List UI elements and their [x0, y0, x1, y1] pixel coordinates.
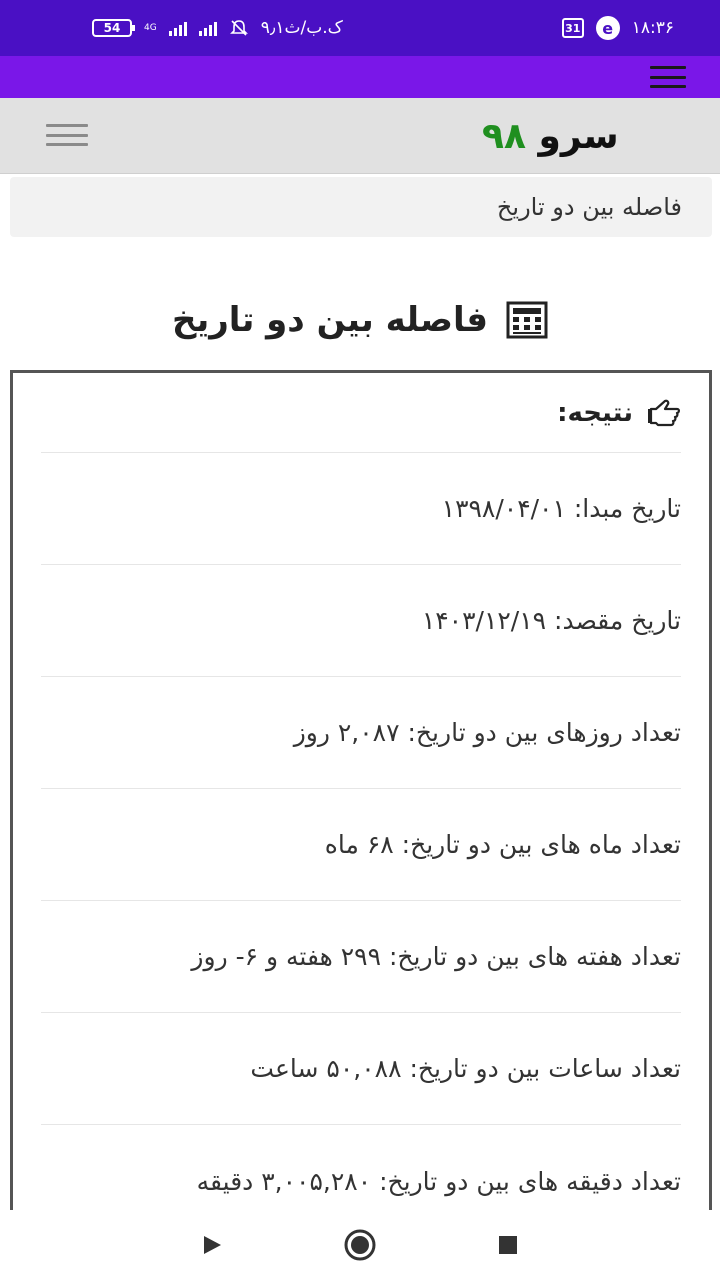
- nav-back-button[interactable]: [138, 1210, 286, 1280]
- result-label: نتیجه:: [557, 397, 633, 428]
- hand-point-icon: [648, 399, 680, 426]
- menu-icon[interactable]: [650, 66, 686, 88]
- logo-word: سرو: [538, 116, 619, 157]
- breadcrumb: فاصله بین دو تاریخ: [10, 177, 712, 237]
- clock: ۱۸:۳۶: [631, 18, 674, 38]
- result-header: نتیجه:: [41, 373, 681, 453]
- signal-icon: [168, 20, 187, 36]
- result-weeks: تعداد هفته های بین دو تاریخ: ۲۹۹ هفته و …: [41, 901, 681, 1013]
- square-recents-icon: [499, 1236, 517, 1254]
- nav-home-button[interactable]: [286, 1210, 434, 1280]
- circle-home-icon: [344, 1229, 376, 1261]
- result-days: تعداد روزهای بین دو تاریخ: ۲,۰۸۷ روز: [41, 677, 681, 789]
- status-left: 54 4G ۹٫۱ک.ب/ث: [92, 18, 343, 38]
- app-notification-icon: e: [595, 16, 620, 40]
- site-menu-icon[interactable]: [46, 124, 88, 146]
- battery-icon: 54: [92, 19, 135, 37]
- network-type: 4G: [144, 22, 157, 33]
- status-right: 31 e ۱۸:۳۶: [561, 16, 674, 40]
- app-bar: [0, 56, 720, 98]
- result-end-date: تاریخ مقصد: ۱۴۰۳/۱۲/۱۹: [41, 565, 681, 677]
- site-header: سرو ۹۸: [0, 98, 720, 174]
- bell-muted-icon: [229, 20, 248, 36]
- battery-level: 54: [103, 21, 121, 35]
- nav-recents-button[interactable]: [434, 1210, 582, 1280]
- page-title-row: فاصله بین دو تاریخ: [0, 290, 720, 350]
- result-months: تعداد ماه های بین دو تاریخ: ۶۸ ماه: [41, 789, 681, 901]
- result-hours: تعداد ساعات بین دو تاریخ: ۵۰,۰۸۸ ساعت: [41, 1013, 681, 1125]
- result-start-date: تاریخ مبدا: ۱۳۹۸/۰۴/۰۱: [41, 453, 681, 565]
- calendar-icon: 31: [561, 18, 584, 38]
- result-panel: نتیجه: تاریخ مبدا: ۱۳۹۸/۰۴/۰۱ تاریخ مقصد…: [10, 370, 712, 1230]
- triangle-play-icon: [204, 1236, 221, 1254]
- calendar-day: 31: [565, 21, 581, 35]
- breadcrumb-item[interactable]: فاصله بین دو تاریخ: [497, 193, 682, 221]
- page-title: فاصله بین دو تاریخ: [171, 300, 489, 340]
- status-bar: 54 4G ۹٫۱ک.ب/ث 31 e ۱۸:۳۶: [0, 0, 720, 56]
- calculator-icon: [506, 301, 548, 339]
- logo-number: ۹۸: [482, 116, 526, 157]
- network-speed: ۹٫۱ک.ب/ث: [260, 18, 343, 38]
- site-logo[interactable]: سرو ۹۸: [482, 116, 619, 157]
- navigation-bar: [0, 1210, 720, 1280]
- signal-icon-2: [198, 20, 217, 36]
